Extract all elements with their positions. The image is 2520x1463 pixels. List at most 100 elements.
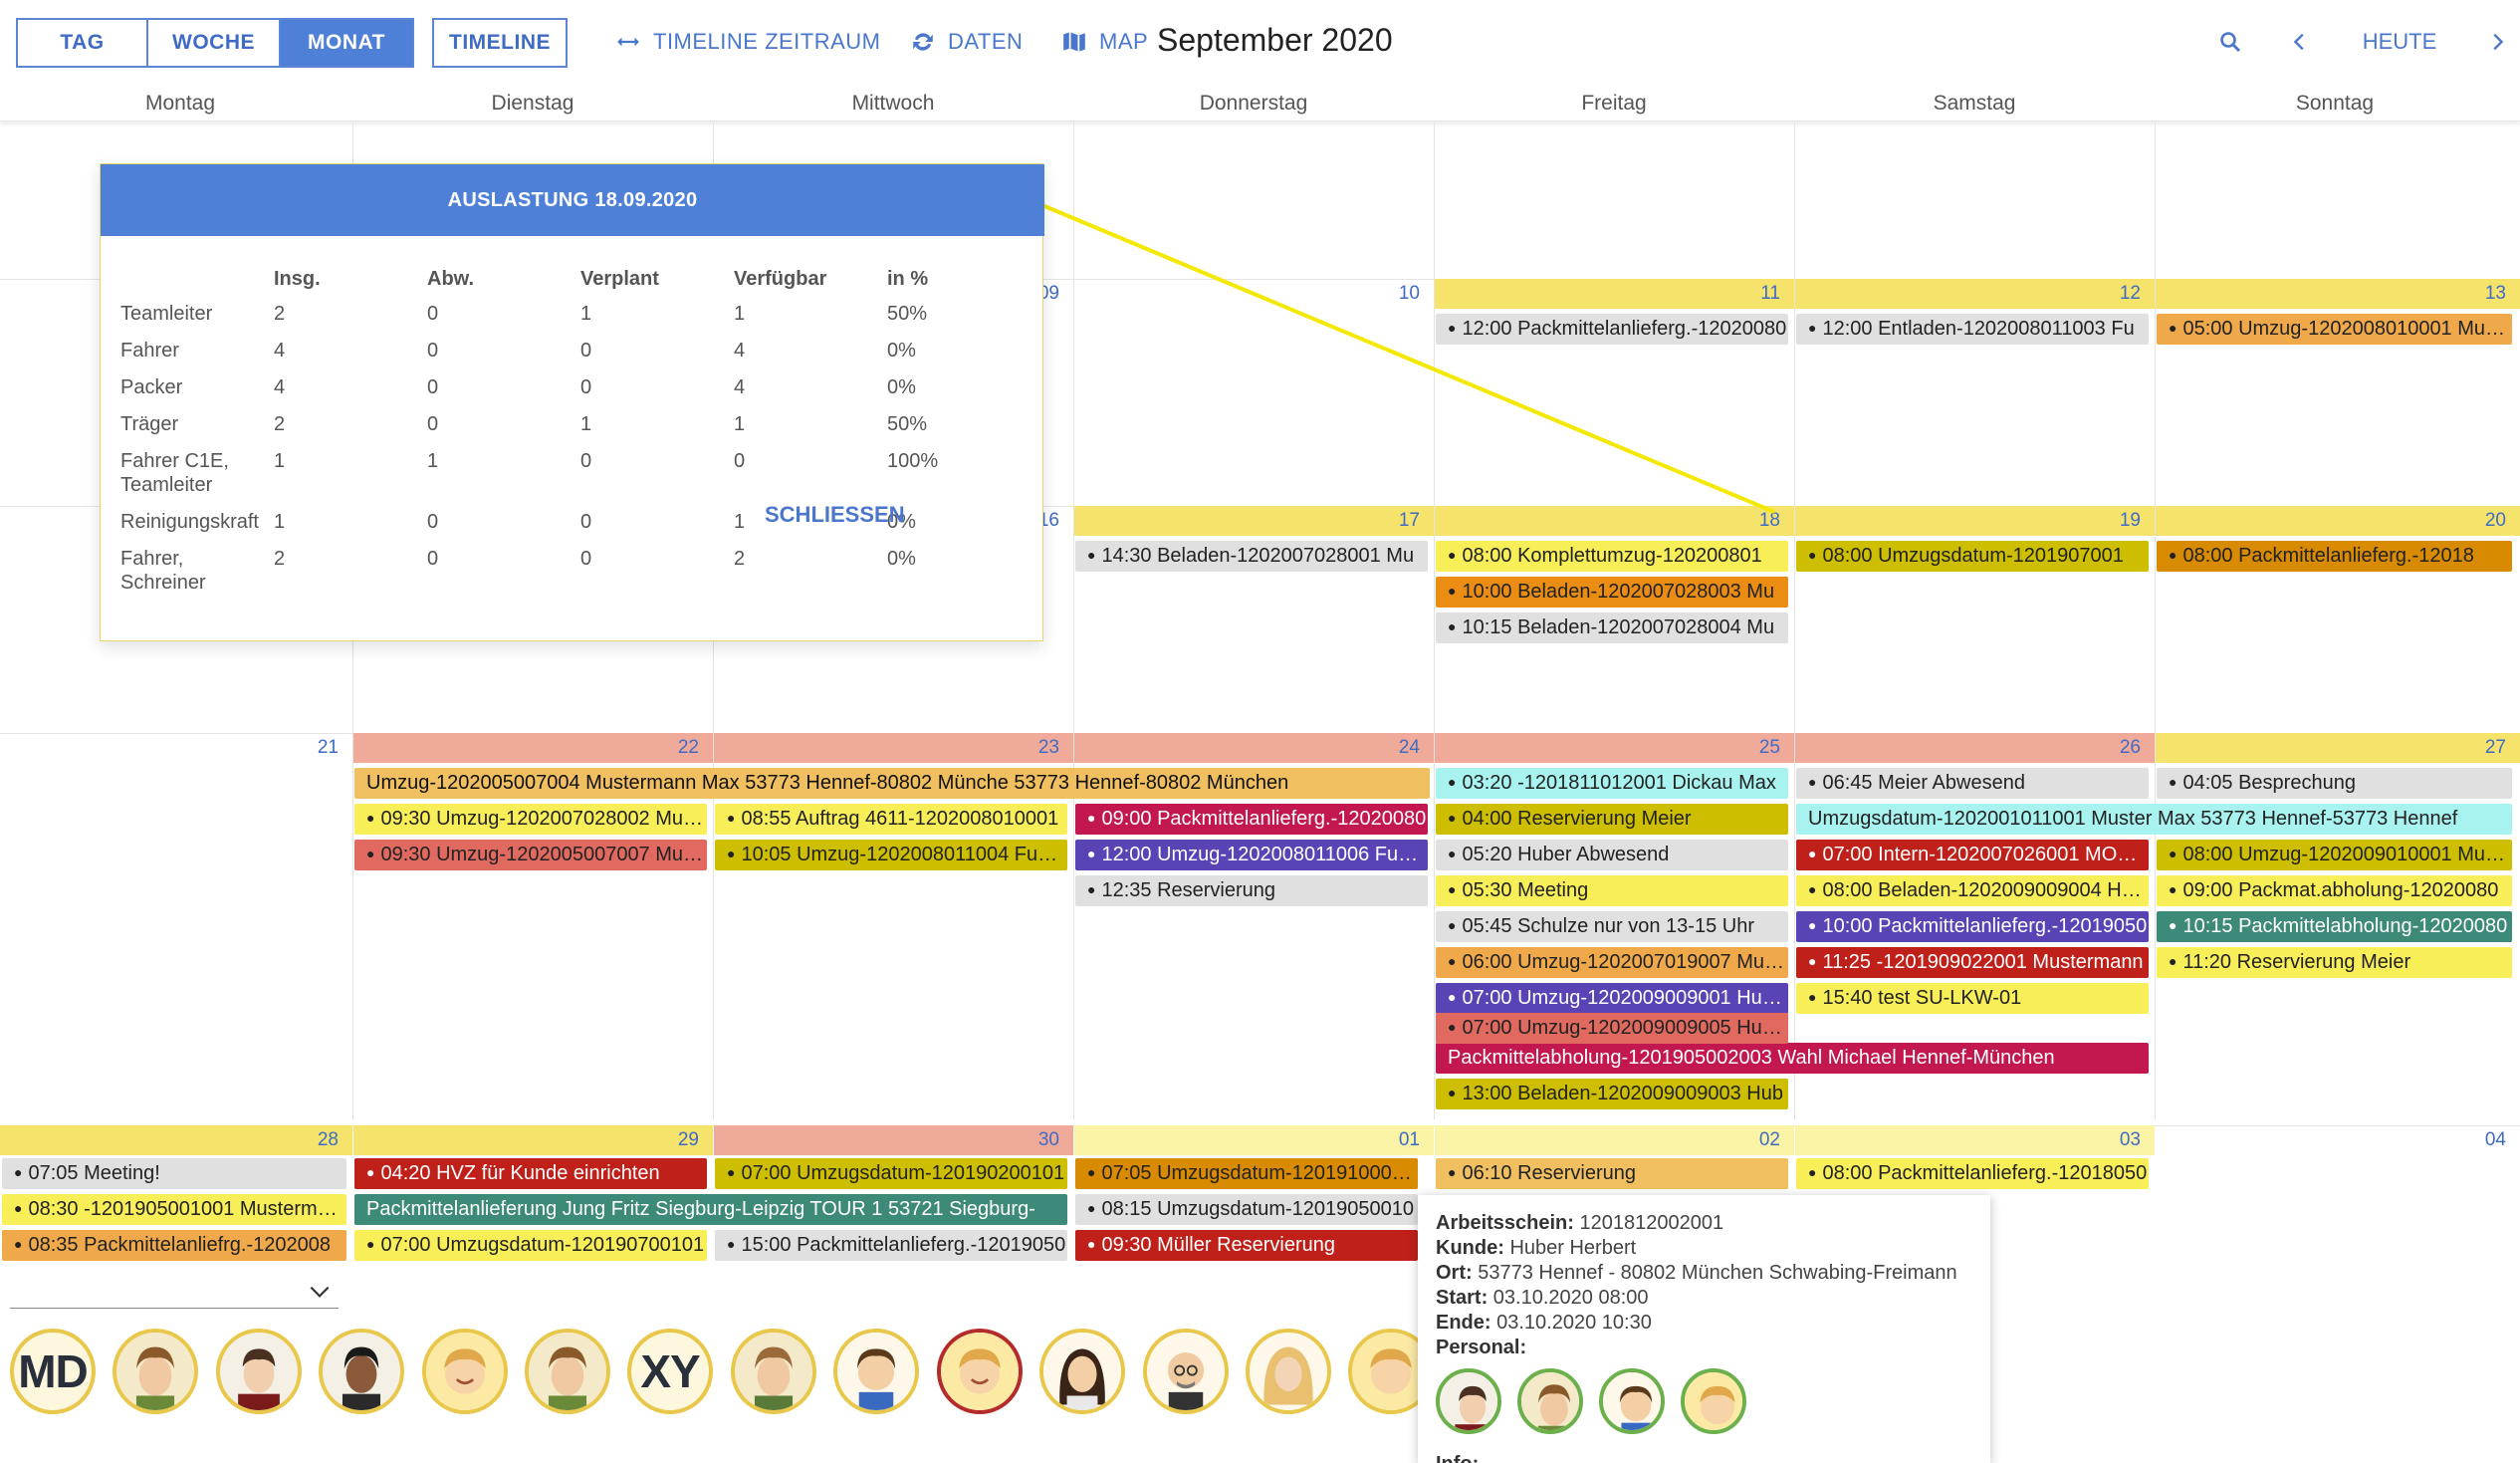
avatar-md[interactable]: MD (10, 1329, 96, 1414)
person-blonde-woman-icon (1250, 1333, 1327, 1410)
table-cell: 0% (887, 340, 916, 362)
table-row: Fahrer C1E, Teamleiter 1 1 0 0 100% (120, 449, 997, 510)
table-cell: 2 (274, 413, 286, 435)
table-cell: 1 (427, 450, 439, 472)
table-row: Packer 4 0 0 4 0% (120, 375, 997, 412)
person-cartoon-smile-icon (1685, 1372, 1742, 1430)
tooltip-end-row: Ende: 03.10.2020 10:30 (1436, 1312, 1652, 1334)
table-cell: 50% (887, 413, 928, 435)
table-cell: 1 (580, 413, 592, 435)
utilization-table: Insg. Abw. Verplant Verfügbar in % Teaml… (120, 264, 997, 608)
staff-avatar (1599, 1368, 1665, 1434)
tooltip-start-row: Start: 03.10.2020 08:00 (1436, 1287, 1649, 1309)
person-dark-skin-icon (323, 1333, 400, 1410)
tooltip-staff-avatars (1436, 1368, 1972, 1434)
table-cell: 0 (580, 511, 592, 533)
table-header: Verplant (580, 267, 659, 290)
table-cell: 0 (427, 511, 439, 533)
table-cell: 2 (274, 303, 286, 325)
table-cell: Fahrer (120, 340, 179, 362)
avatar[interactable] (731, 1329, 816, 1414)
table-cell: 0 (580, 450, 592, 472)
tooltip-job-row: Arbeitsschein: 1201812002001 (1436, 1212, 1724, 1234)
staff-avatar (1681, 1368, 1746, 1434)
table-row: Fahrer, Schreiner 2 0 0 2 0% (120, 547, 997, 608)
table-cell: Reinigungskraft (120, 511, 259, 533)
person-cartoon-man-icon (1603, 1372, 1661, 1430)
table-header: in % (887, 267, 929, 290)
chevron-down-icon (310, 1286, 330, 1298)
staff-avatar (1517, 1368, 1583, 1434)
avatar[interactable] (113, 1329, 198, 1414)
table-cell: 0% (887, 376, 916, 398)
table-cell: Teamleiter (120, 303, 213, 325)
table-row: Teamleiter 2 0 1 1 50% (120, 302, 997, 339)
table-cell: 0 (427, 548, 439, 570)
person-dark-hair-icon (1440, 1372, 1497, 1430)
table-cell: 2 (274, 548, 286, 570)
table-cell: 0 (427, 303, 439, 325)
staff-avatar (1436, 1368, 1501, 1434)
table-header: Abw. (427, 267, 475, 290)
table-cell: 1 (580, 303, 592, 325)
close-popup-button[interactable]: SCHLIESSEN (765, 502, 905, 528)
person-cartoon-smile-icon (426, 1333, 504, 1410)
avatar[interactable] (319, 1329, 404, 1414)
table-cell: 4 (274, 376, 286, 398)
person-dark-hair-icon (220, 1333, 298, 1410)
avatar[interactable] (1039, 1329, 1125, 1414)
table-cell: Träger (120, 413, 179, 435)
table-cell: 0 (580, 376, 592, 398)
avatar-initials: MD (18, 1345, 89, 1397)
table-cell: 2 (734, 548, 746, 570)
table-header: Insg. (274, 267, 321, 290)
table-row: Fahrer 4 0 0 4 0% (120, 339, 997, 375)
avatar[interactable] (1246, 1329, 1331, 1414)
table-cell: 100% (887, 450, 939, 472)
table-cell: 0 (427, 340, 439, 362)
popup-title: AUSLASTUNG 18.09.2020 (101, 164, 1044, 236)
person-curly-hair-icon (735, 1333, 812, 1410)
table-cell: 4 (274, 340, 286, 362)
avatar-initials: XY (640, 1345, 700, 1397)
person-bald-glasses-icon (1147, 1333, 1225, 1410)
avatar[interactable] (833, 1329, 919, 1414)
table-cell: 50% (887, 303, 928, 325)
table-cell: 1 (734, 413, 746, 435)
connector-line (1036, 201, 1775, 514)
person-curly-hair-icon (1521, 1372, 1579, 1430)
person-curly-hair-icon (116, 1333, 194, 1410)
avatar[interactable] (525, 1329, 610, 1414)
table-cell: 0 (580, 340, 592, 362)
table-cell: Packer (120, 376, 183, 398)
table-cell: 0 (427, 413, 439, 435)
avatar-selected[interactable] (937, 1329, 1023, 1414)
personnel-filter-select[interactable] (10, 1279, 339, 1309)
event-tooltip: Arbeitsschein: 1201812002001 Kunde: Hube… (1418, 1195, 1990, 1463)
table-cell: 0 (580, 548, 592, 570)
table-header (120, 264, 274, 302)
table-cell: Fahrer, Schreiner (120, 548, 206, 594)
person-woman-icon (1043, 1333, 1121, 1410)
table-cell: 1 (734, 303, 746, 325)
table-cell: 4 (734, 376, 746, 398)
table-cell: 0% (887, 548, 916, 570)
avatar[interactable] (1143, 1329, 1229, 1414)
table-cell: 0 (427, 376, 439, 398)
person-curly-hair-icon (529, 1333, 606, 1410)
person-cartoon-smile-icon (941, 1333, 1019, 1410)
avatar[interactable] (216, 1329, 302, 1414)
table-cell: 4 (734, 340, 746, 362)
table-cell: 0 (734, 450, 746, 472)
utilization-popup: AUSLASTUNG 18.09.2020 Insg. Abw. Verplan… (100, 163, 1044, 641)
table-cell: Fahrer C1E, Teamleiter (120, 450, 229, 496)
avatar[interactable] (422, 1329, 508, 1414)
table-header: Verfügbar (734, 267, 827, 290)
person-cartoon-man-icon (837, 1333, 915, 1410)
table-cell: 1 (274, 511, 286, 533)
tooltip-info-label: Info: (1436, 1452, 1972, 1463)
table-cell: 1 (274, 450, 286, 472)
avatar-xy[interactable]: XY (627, 1329, 713, 1414)
tooltip-place-row: Ort: 53773 Hennef - 80802 München Schwab… (1436, 1262, 1957, 1284)
tooltip-customer-row: Kunde: Huber Herbert (1436, 1237, 1637, 1259)
